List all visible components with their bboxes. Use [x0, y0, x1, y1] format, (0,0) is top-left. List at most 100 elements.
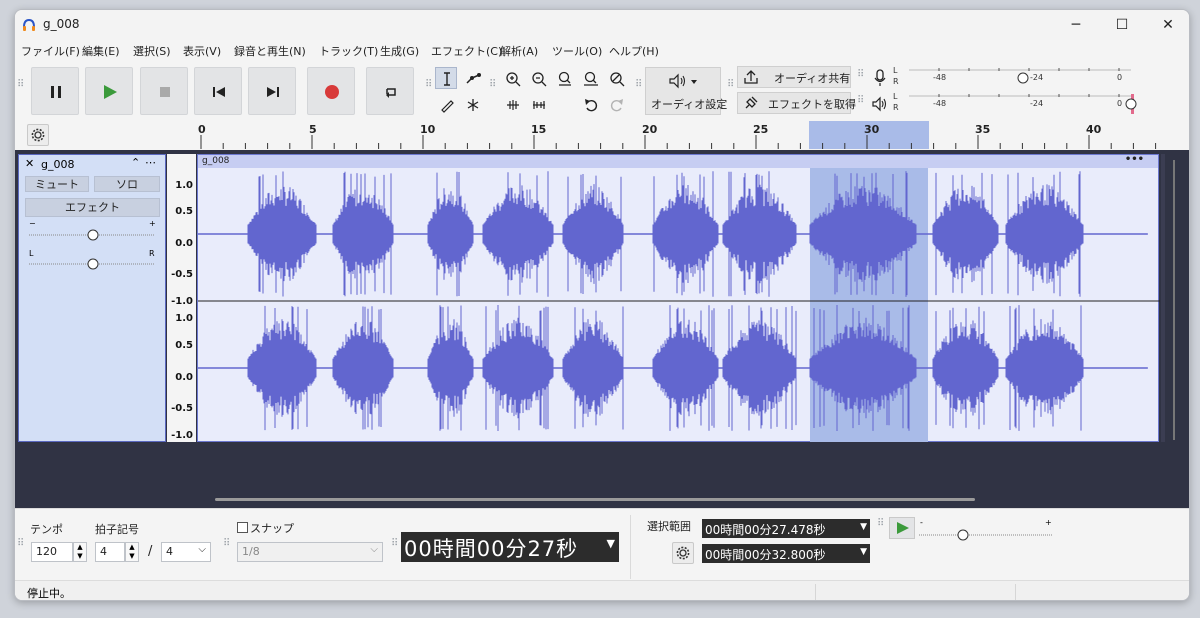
zoom-in-button[interactable]: [501, 67, 523, 89]
tempo-input[interactable]: 120: [31, 542, 73, 562]
app-window: g_008 ─ ☐ ✕ ファイル(F) 編集(E) 選択(S) 表示(V) 録音…: [14, 9, 1190, 601]
toolbar-grip[interactable]: ⠿: [17, 80, 25, 90]
audio-clip[interactable]: g_008 •••: [197, 154, 1160, 442]
timeline-options-button[interactable]: [27, 124, 49, 146]
play-meter-grip[interactable]: ⠿: [857, 96, 865, 106]
menu-edit[interactable]: 編集(E): [82, 43, 120, 59]
trim-icon: [507, 100, 519, 110]
time-sig-grip[interactable]: ⠿: [17, 539, 25, 549]
loop-button[interactable]: [366, 67, 414, 115]
menu-select[interactable]: 選択(S): [133, 43, 171, 59]
gain-slider[interactable]: [27, 228, 157, 242]
pan-slider[interactable]: [27, 257, 157, 271]
numerator-spinner[interactable]: ▲ ▼: [125, 542, 139, 562]
stop-icon: [160, 87, 170, 97]
zoom-out-button[interactable]: [527, 67, 549, 89]
minimize-button[interactable]: ─: [1053, 10, 1099, 40]
scale-top-05: 0.5: [175, 206, 193, 217]
fit-project-button[interactable]: [579, 67, 601, 89]
share-audio-button[interactable]: オーディオ共有: [737, 66, 851, 88]
tempo-label: テンポ: [30, 523, 63, 536]
record-button[interactable]: [307, 67, 355, 115]
multi-tool-button[interactable]: [461, 93, 483, 115]
menu-generate[interactable]: 生成(G): [380, 43, 419, 59]
mute-button[interactable]: ミュート: [25, 176, 89, 192]
track-close-icon[interactable]: ✕: [25, 157, 34, 170]
waveform[interactable]: [198, 168, 1160, 442]
envelope-tool-button[interactable]: [461, 67, 483, 89]
selection-end-value: 00時間00分32.800秒: [705, 548, 826, 562]
effects-button[interactable]: エフェクト: [25, 198, 160, 217]
redo-button[interactable]: [605, 93, 627, 115]
amplitude-scale[interactable]: 1.0 0.5 0.0 -0.5 -1.0 1.0 0.5 0.0 -0.5 -…: [167, 154, 196, 442]
track-control-panel[interactable]: ✕ g_008 ⌃ ⋯ ミュート ソロ エフェクト − + L R: [18, 154, 166, 442]
pause-icon: [51, 86, 61, 98]
rec-meter-grip[interactable]: ⠿: [857, 70, 865, 80]
skip-to-start-button[interactable]: [194, 67, 242, 115]
edit-grip[interactable]: ⠿: [489, 80, 497, 90]
collapse-chevron-icon[interactable]: ⌃: [131, 156, 140, 169]
time-grip[interactable]: ⠿: [391, 539, 399, 549]
audio-setup-grip[interactable]: ⠿: [635, 80, 643, 90]
maximize-button[interactable]: ☐: [1099, 10, 1145, 40]
undo-button[interactable]: [579, 93, 601, 115]
draw-tool-button[interactable]: [435, 93, 457, 115]
horizontal-scrollbar[interactable]: [215, 498, 975, 501]
solo-button[interactable]: ソロ: [94, 176, 160, 192]
time-sig-denominator[interactable]: 4 ⌵: [161, 542, 211, 562]
close-button[interactable]: ✕: [1145, 10, 1189, 40]
skip-start-icon: [213, 87, 225, 97]
selection-start-display[interactable]: 00時間00分27.478秒 ▼: [702, 519, 870, 538]
selection-tool-button[interactable]: [435, 67, 457, 89]
silence-button[interactable]: [527, 93, 549, 115]
time-sig-numerator[interactable]: 4: [95, 542, 125, 562]
get-effects-label: エフェクトを取得: [768, 98, 856, 111]
audio-settings-button[interactable]: オーディオ設定: [645, 67, 727, 115]
ruler-label: 25: [753, 123, 768, 136]
recording-meter[interactable]: ⠿ L R -48 -24 0: [857, 66, 1137, 90]
menu-help[interactable]: ヘルプ(H): [609, 43, 659, 59]
track-area: ✕ g_008 ⌃ ⋯ ミュート ソロ エフェクト − + L R 1.0 0.…: [15, 150, 1189, 508]
playback-speed-slider[interactable]: [917, 528, 1057, 542]
timeline-ruler[interactable]: 0 5 10 15 20 25 30 35 40: [197, 121, 1177, 149]
menu-tracks[interactable]: トラック(T): [319, 43, 378, 59]
trim-button[interactable]: [501, 93, 523, 115]
play-at-speed-grip[interactable]: ⠿: [877, 519, 885, 529]
snap-checkbox[interactable]: [237, 522, 248, 533]
time-display[interactable]: 00時間00分27秒 ▼: [401, 532, 619, 562]
tools-grip[interactable]: ⠿: [425, 80, 433, 90]
play-at-speed-button[interactable]: [889, 517, 915, 539]
playback-meter[interactable]: ⠿ L R -48 -24 0: [857, 92, 1137, 116]
stop-button[interactable]: [140, 67, 188, 115]
tempo-spinner[interactable]: ▲ ▼: [73, 542, 87, 562]
menu-effects[interactable]: エフェクト(C): [431, 43, 502, 59]
skip-to-end-button[interactable]: [248, 67, 296, 115]
clip-menu-icon[interactable]: •••: [1125, 154, 1144, 165]
share-grip[interactable]: ⠿: [727, 80, 735, 90]
snap-dropdown[interactable]: 1/8 ⌵: [237, 542, 383, 562]
denominator-value: 4: [166, 545, 173, 558]
track-menu-icon[interactable]: ⋯: [145, 156, 156, 169]
menu-file[interactable]: ファイル(F): [21, 43, 80, 59]
menu-view[interactable]: 表示(V): [183, 43, 221, 59]
zoom-toggle-button[interactable]: [605, 67, 627, 89]
menu-record-play[interactable]: 録音と再生(N): [234, 43, 306, 59]
play-button[interactable]: [85, 67, 133, 115]
time-format-dropdown-icon[interactable]: ▼: [607, 537, 616, 550]
menu-tools[interactable]: ツール(O): [552, 43, 602, 59]
clip-header[interactable]: g_008 •••: [198, 154, 1158, 168]
time-sig-separator: /: [148, 544, 153, 559]
vertical-scrollbar[interactable]: [1173, 160, 1175, 440]
pause-button[interactable]: [31, 67, 79, 115]
fit-selection-button[interactable]: [553, 67, 575, 89]
selection-options-button[interactable]: [672, 542, 694, 564]
ruler-label: 30: [864, 123, 880, 136]
audio-settings-label: オーディオ設定: [651, 98, 728, 111]
get-effects-button[interactable]: エフェクトを取得: [737, 92, 856, 114]
start-format-dropdown-icon[interactable]: ▼: [860, 522, 867, 532]
selection-end-display[interactable]: 00時間00分32.800秒 ▼: [702, 544, 870, 563]
snap-grip[interactable]: ⠿: [223, 539, 231, 549]
menu-analyze[interactable]: 解析(A): [500, 43, 538, 59]
end-format-dropdown-icon[interactable]: ▼: [860, 547, 867, 557]
track-name[interactable]: g_008: [41, 158, 74, 171]
